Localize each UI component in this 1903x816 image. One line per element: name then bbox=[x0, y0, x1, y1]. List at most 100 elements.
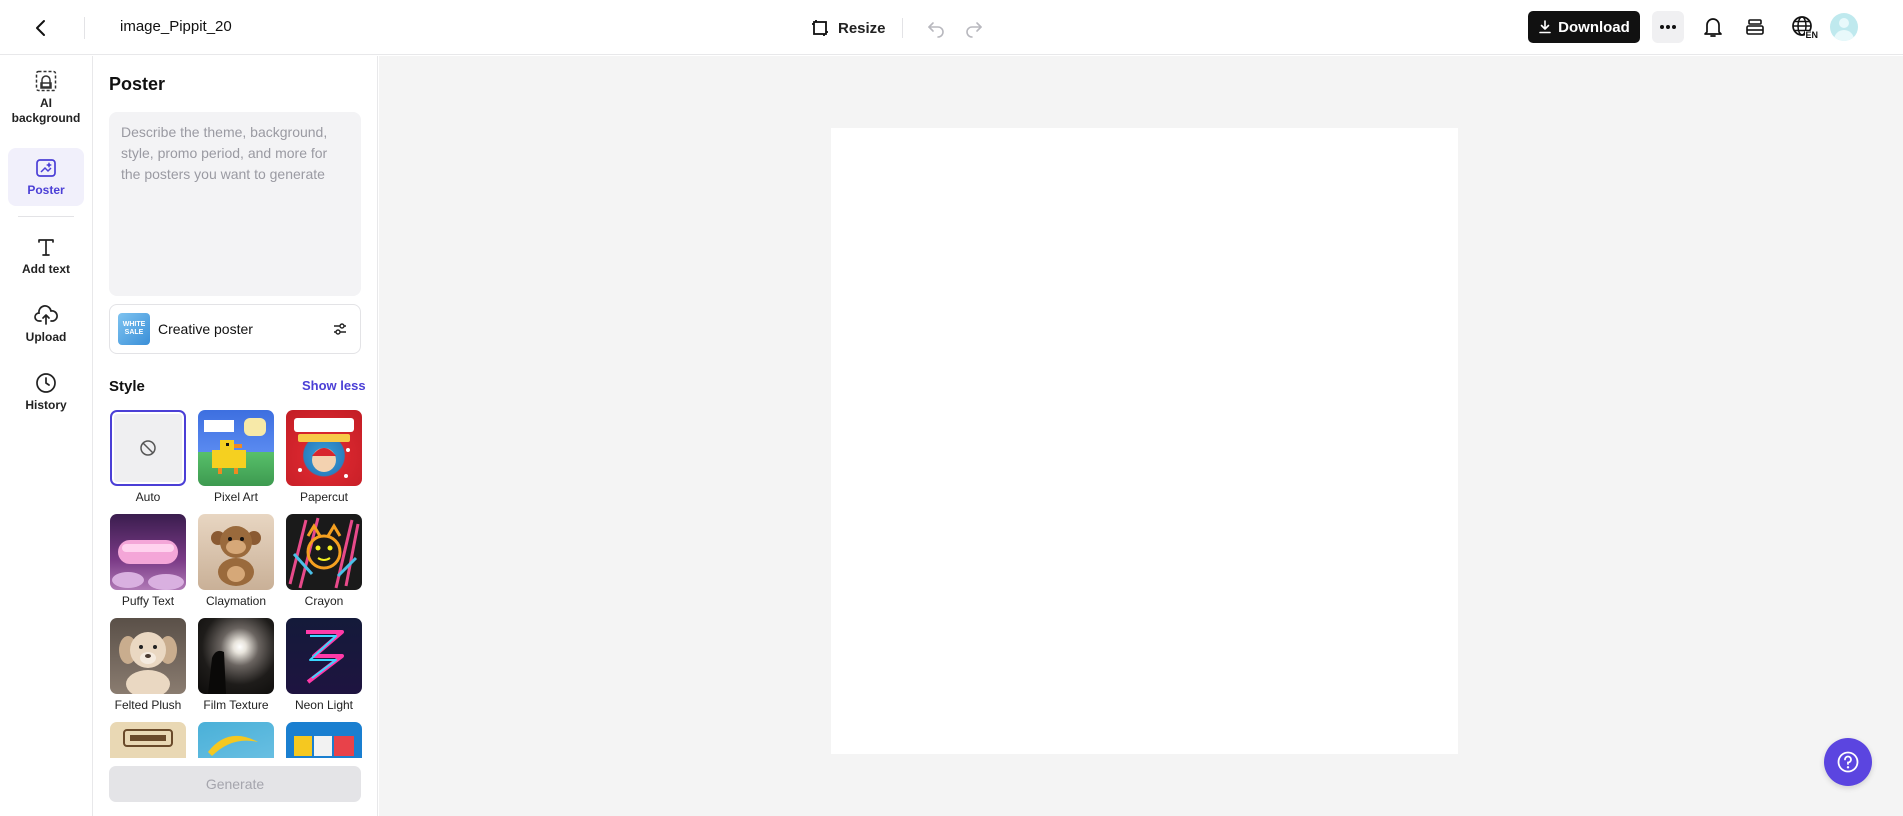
document-title[interactable]: image_Pippit_20 bbox=[120, 18, 232, 35]
text-icon bbox=[38, 238, 54, 256]
style-tile-claymation[interactable]: Claymation bbox=[197, 514, 275, 608]
style-tile-neon-light[interactable]: Neon Light bbox=[285, 618, 363, 712]
poster-prompt-input[interactable] bbox=[109, 112, 361, 296]
style-tile-felted-plush[interactable]: Felted Plush bbox=[109, 618, 187, 712]
artboard[interactable] bbox=[831, 128, 1458, 754]
user-avatar[interactable] bbox=[1830, 13, 1858, 41]
download-label: Download bbox=[1558, 18, 1630, 36]
poster-thumb-text: WHITE SALE bbox=[122, 321, 146, 336]
poster-panel: Poster WHITE SALE Creative poster Style … bbox=[94, 56, 378, 816]
canvas-workspace[interactable] bbox=[379, 56, 1903, 816]
stack-icon bbox=[1746, 19, 1764, 35]
style-tile-crayon[interactable]: Crayon bbox=[285, 514, 363, 608]
rail-item-history[interactable]: History bbox=[8, 364, 84, 420]
generate-button[interactable]: Generate bbox=[109, 766, 361, 802]
avatar-head bbox=[1839, 18, 1849, 28]
style-thumbnail bbox=[110, 410, 186, 486]
style-thumbnail bbox=[198, 410, 274, 486]
poster-icon bbox=[36, 158, 56, 177]
panel-title: Poster bbox=[109, 74, 166, 94]
help-button[interactable] bbox=[1824, 738, 1872, 786]
notifications-button[interactable] bbox=[1698, 12, 1728, 42]
style-section-label: Style bbox=[109, 378, 145, 395]
style-tile-papercut[interactable]: Papercut bbox=[285, 410, 363, 504]
style-thumbnail bbox=[198, 618, 274, 694]
style-thumbnail bbox=[110, 514, 186, 590]
rail-item-label: Upload bbox=[25, 329, 67, 344]
adjustments-button[interactable] bbox=[330, 319, 350, 339]
more-options-button[interactable] bbox=[1652, 11, 1684, 43]
vintage-badge-image bbox=[123, 729, 173, 747]
left-rail: AI background Poster Add text Upload His… bbox=[0, 56, 93, 816]
resize-icon bbox=[812, 20, 828, 36]
poster-type-selector[interactable]: WHITE SALE Creative poster bbox=[109, 304, 361, 354]
crayon-cat-image bbox=[288, 517, 360, 589]
style-name: Film Texture bbox=[203, 698, 269, 712]
rail-item-add-text[interactable]: Add text bbox=[8, 228, 84, 284]
style-name: Auto bbox=[135, 490, 161, 504]
style-tile-puffy-text[interactable]: Puffy Text bbox=[109, 514, 187, 608]
show-less-link[interactable]: Show less bbox=[302, 378, 366, 393]
papercut-ornament-image bbox=[294, 418, 354, 478]
rail-item-label: AI background bbox=[11, 96, 81, 125]
creative-poster-thumbnail: WHITE SALE bbox=[118, 313, 150, 345]
style-tile-film-texture[interactable]: Film Texture bbox=[197, 618, 275, 712]
prohibited-icon bbox=[140, 440, 156, 456]
sliders-icon bbox=[334, 323, 346, 335]
top-bar: image_Pippit_20 Resize Download EN bbox=[0, 0, 1903, 55]
cloud-upload-icon bbox=[34, 304, 58, 325]
style-name: Puffy Text bbox=[121, 594, 175, 608]
toolbar-divider bbox=[902, 18, 903, 38]
style-thumbnail bbox=[286, 618, 362, 694]
style-tile-auto[interactable]: Auto bbox=[109, 410, 187, 504]
undo-icon bbox=[928, 22, 944, 38]
clock-icon bbox=[36, 372, 56, 393]
undo-button[interactable] bbox=[922, 14, 950, 42]
style-name: Claymation bbox=[205, 594, 267, 608]
clay-monkey-image bbox=[211, 526, 261, 586]
redo-button[interactable] bbox=[960, 14, 988, 42]
question-circle-icon bbox=[1837, 751, 1859, 773]
style-tile-pixel-art[interactable]: Pixel Art bbox=[197, 410, 275, 504]
download-icon bbox=[1539, 20, 1551, 34]
film-silhouette-image bbox=[208, 650, 226, 694]
style-tile-banana[interactable] bbox=[197, 722, 275, 758]
rail-item-label: Poster bbox=[27, 182, 65, 197]
style-name: Crayon bbox=[304, 594, 344, 608]
resize-button[interactable]: Resize bbox=[810, 13, 886, 43]
resize-label: Resize bbox=[838, 19, 886, 37]
style-grid: Auto Pixel Art Papercut Puffy Text Claym… bbox=[109, 410, 364, 758]
style-name: Papercut bbox=[299, 490, 349, 504]
layers-button[interactable] bbox=[1740, 12, 1770, 42]
plush-dog-image bbox=[119, 632, 177, 694]
style-thumbnail bbox=[198, 722, 274, 758]
rail-item-upload[interactable]: Upload bbox=[8, 296, 84, 352]
title-divider bbox=[84, 17, 85, 39]
style-name: Neon Light bbox=[294, 698, 354, 712]
style-thumbnail bbox=[286, 410, 362, 486]
rail-item-label: History bbox=[25, 397, 67, 412]
language-button[interactable]: EN bbox=[1786, 11, 1820, 43]
rail-divider bbox=[18, 216, 74, 217]
language-code: EN bbox=[1805, 30, 1818, 40]
neon-zigzag-image bbox=[306, 630, 344, 684]
style-tile-color-blocks[interactable] bbox=[285, 722, 363, 758]
color-blocks-image bbox=[294, 736, 354, 756]
rail-item-ai-background[interactable]: AI background bbox=[8, 66, 84, 130]
style-name: Pixel Art bbox=[213, 490, 258, 504]
avatar-body bbox=[1834, 30, 1854, 41]
rail-item-poster[interactable]: Poster bbox=[8, 148, 84, 206]
style-thumbnail bbox=[286, 722, 362, 758]
style-thumbnail bbox=[110, 722, 186, 758]
rail-item-label: Add text bbox=[22, 261, 70, 276]
download-button[interactable]: Download bbox=[1528, 11, 1640, 43]
banana-image bbox=[208, 735, 258, 756]
redo-icon bbox=[966, 22, 982, 38]
bell-icon bbox=[1704, 18, 1722, 37]
style-tile-vintage[interactable] bbox=[109, 722, 187, 758]
style-thumbnail bbox=[110, 618, 186, 694]
style-name: Felted Plush bbox=[114, 698, 182, 712]
back-button[interactable] bbox=[26, 13, 56, 43]
chevron-left-icon bbox=[36, 20, 45, 36]
ellipsis-icon bbox=[1660, 25, 1676, 29]
